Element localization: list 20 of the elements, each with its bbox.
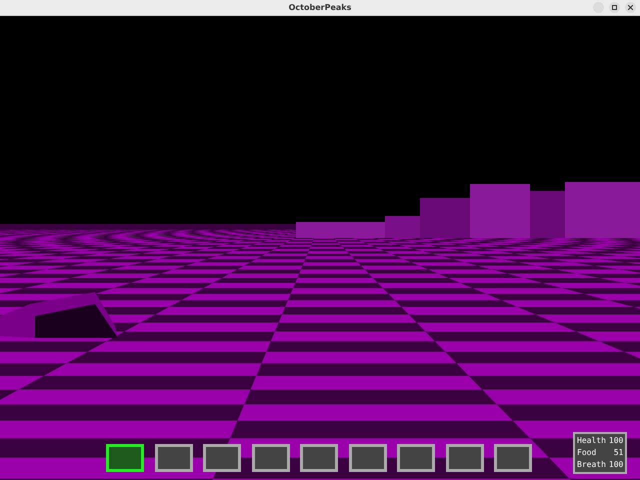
stat-label: Health xyxy=(577,435,606,447)
hotbar-slot[interactable] xyxy=(397,444,435,472)
stat-value: 100 xyxy=(608,459,624,471)
hotbar-slot[interactable] xyxy=(106,444,144,472)
hotbar-slot[interactable] xyxy=(446,444,484,472)
hotbar-slot[interactable] xyxy=(154,444,192,472)
maximize-button[interactable] xyxy=(609,2,620,13)
hotbar-slot[interactable] xyxy=(348,444,386,472)
stat-label: Breath xyxy=(577,459,606,471)
stat-value: 100 xyxy=(608,435,624,447)
stat-value: 51 xyxy=(612,447,624,459)
window-title: OctoberPeaks xyxy=(288,3,352,12)
maximize-icon xyxy=(612,5,617,10)
hotbar-slot[interactable] xyxy=(300,444,338,472)
stat-label: Food xyxy=(577,447,598,459)
hotbar-slot[interactable] xyxy=(252,444,290,472)
hotbar-slot[interactable] xyxy=(494,444,532,472)
close-button[interactable] xyxy=(625,2,636,13)
hotbar-slot[interactable] xyxy=(203,444,241,472)
close-icon xyxy=(628,5,633,10)
